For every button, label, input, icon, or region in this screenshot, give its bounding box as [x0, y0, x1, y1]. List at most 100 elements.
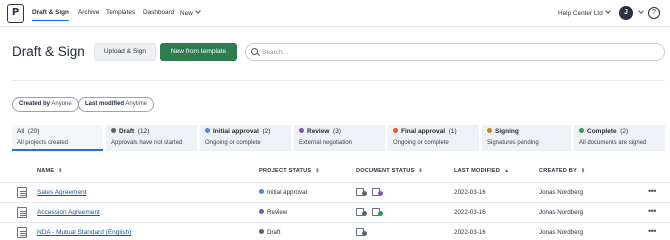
column-header-label: DOCUMENT STATUS [356, 168, 415, 174]
status-dot [377, 211, 383, 216]
company-name: Help Center Ltd [558, 10, 603, 17]
tab-label: Draft [119, 128, 135, 135]
filter-last-modified[interactable]: Last modified Anytime [78, 97, 155, 112]
project-name-link[interactable]: Sales Agreement [37, 189, 87, 196]
document-status [356, 228, 370, 237]
document-icon [17, 227, 27, 238]
filter-value: Anytime [125, 101, 148, 107]
more-options-icon[interactable]: ••• [648, 226, 656, 236]
search-input[interactable] [262, 46, 652, 58]
status-dot [393, 128, 398, 133]
project-status-label: Review [267, 209, 288, 216]
column-header-label: LAST MODIFIED [454, 168, 501, 174]
nav-dashboard[interactable]: Dashboard [143, 9, 174, 16]
page-title: Draft & Sign [12, 44, 85, 59]
column-header-created-by[interactable]: CREATED BY ⇕ [539, 168, 585, 174]
tab-label: Final approval [401, 128, 446, 135]
more-options-icon[interactable]: ••• [648, 186, 656, 196]
tab-complete[interactable]: Complete (2) All documents are signed [574, 125, 665, 151]
logo[interactable]: P [7, 4, 24, 23]
column-header-label: NAME [37, 168, 55, 174]
nav-archive[interactable]: Archive [78, 9, 99, 16]
nav-new[interactable]: New [180, 8, 201, 17]
nav-draft-sign[interactable]: Draft & Sign [32, 9, 69, 21]
status-dot [259, 229, 264, 234]
project-status: Review [259, 209, 287, 216]
search-box[interactable] [245, 43, 665, 61]
column-header-project-status[interactable]: PROJECT STATUS ⇕ [259, 168, 320, 174]
tab-count: (20) [27, 128, 40, 135]
document-icon [17, 187, 27, 198]
created-by: Jonas Nordberg [539, 209, 584, 216]
tab-subtitle: All projects created [17, 140, 69, 146]
table-row[interactable]: Sales Agreement Initial approval 2022-03… [0, 182, 670, 202]
tab-count: (3) [333, 128, 341, 135]
more-options-icon[interactable]: ••• [648, 206, 656, 216]
nav-templates[interactable]: Templates [106, 9, 135, 16]
project-status-label: Initial approval [267, 189, 307, 196]
tab-initial-approval[interactable]: Initial approval (2) Ongoing or complete [200, 125, 291, 151]
tab-subtitle: Signatures pending [487, 140, 539, 146]
project-status-label: Draft [267, 229, 281, 236]
tab-subtitle: Approvals have not started [111, 140, 183, 146]
sort-icon: ⇕ [58, 168, 63, 174]
new-from-template-button[interactable]: New from template [160, 43, 237, 61]
avatar[interactable]: J [619, 6, 633, 20]
status-dot [377, 191, 383, 196]
document-icon [371, 208, 383, 216]
project-status: Initial approval [259, 189, 307, 196]
tab-subtitle: External negotiation [299, 140, 353, 146]
project-name-link[interactable]: Accession Agreement [37, 209, 100, 216]
tab-count: (2) [620, 128, 629, 135]
created-by: Jonas Nordberg [539, 229, 584, 236]
tab-label: Initial approval [213, 128, 259, 135]
sort-ascending-icon: ▲ [504, 168, 510, 174]
tab-review[interactable]: Review (3) External negotiation [294, 125, 385, 151]
table-row[interactable]: NDA - Mutual Standard (English) Draft 20… [0, 222, 670, 240]
tab-count: (1) [448, 128, 457, 135]
tab-subtitle: Ongoing or complete [393, 140, 449, 146]
tab-signing[interactable]: Signing Signatures pending [482, 125, 571, 151]
column-header-label: CREATED BY [539, 168, 577, 174]
tab-label: Signing [495, 128, 519, 135]
status-dot [362, 231, 367, 236]
nav-new-label: New [180, 10, 193, 17]
document-status [356, 208, 386, 217]
document-icon [371, 188, 383, 196]
filter-label: Created by [19, 101, 51, 107]
status-dot [579, 128, 584, 133]
column-header-name[interactable]: NAME ⇕ [37, 168, 63, 174]
project-name-link[interactable]: NDA - Mutual Standard (English) [37, 229, 131, 236]
chevron-down-icon[interactable] [638, 8, 644, 14]
tab-all[interactable]: All (20) All projects created [12, 125, 103, 151]
tab-final-approval[interactable]: Final approval (1) Ongoing or complete [388, 125, 479, 151]
last-modified: 2022-03-16 [454, 229, 486, 236]
company-switcher[interactable]: Help Center Ltd [558, 8, 611, 17]
column-header-last-modified[interactable]: LAST MODIFIED ▲ [454, 168, 509, 174]
top-nav: P Draft & Sign Archive Templates Dashboa… [0, 0, 670, 27]
tab-draft[interactable]: Draft (12) Approvals have not started [106, 125, 197, 151]
tab-count: (2) [262, 128, 271, 135]
divider [12, 80, 665, 81]
filter-value: Anyone [51, 101, 72, 107]
help-icon[interactable]: ? [648, 7, 660, 19]
sort-icon: ⇕ [580, 168, 586, 174]
column-header-label: PROJECT STATUS [259, 168, 312, 174]
upload-sign-button[interactable]: Upload & Sign [94, 43, 156, 61]
tab-label: All [17, 128, 25, 135]
chevron-down-icon [194, 8, 201, 14]
document-status [356, 188, 386, 197]
tab-subtitle: All documents are signed [579, 140, 647, 146]
status-dot [299, 128, 304, 133]
sort-icon: ⇕ [315, 168, 320, 174]
status-dot [362, 211, 367, 216]
table-row[interactable]: Accession Agreement Review 2022-03-16 Jo… [0, 202, 670, 222]
column-header-document-status[interactable]: DOCUMENT STATUS ⇕ [356, 168, 423, 174]
status-dot [259, 189, 264, 194]
sort-icon: ⇕ [418, 168, 423, 174]
filter-created-by[interactable]: Created by Anyone [12, 97, 79, 112]
tab-label: Complete [587, 128, 617, 135]
chevron-down-icon [604, 8, 611, 14]
tab-label: Review [307, 128, 330, 135]
status-dot [205, 128, 210, 133]
